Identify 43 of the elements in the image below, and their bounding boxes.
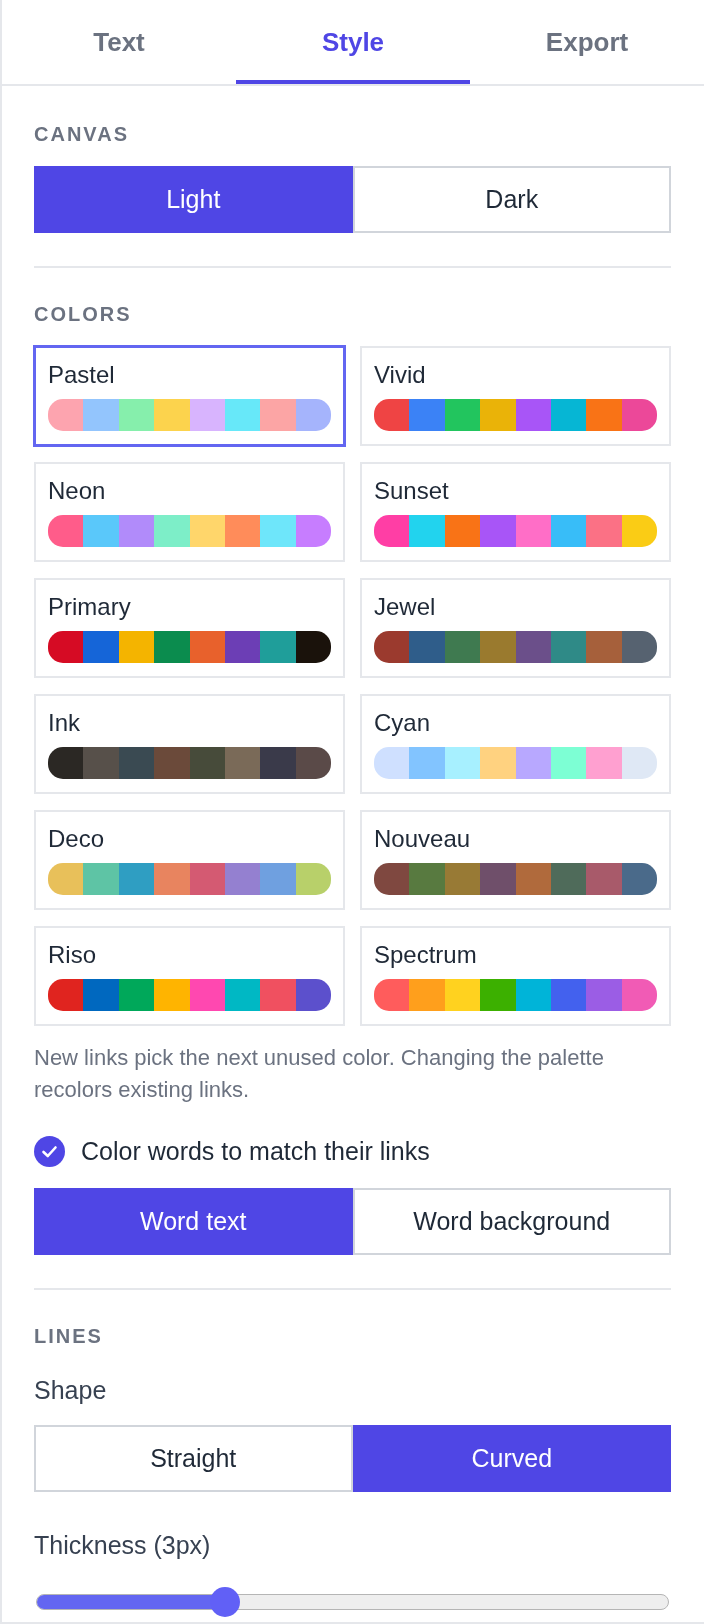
shape-option-button[interactable]: Curved (352, 1425, 671, 1492)
tab[interactable]: Style (236, 0, 470, 84)
section-heading: LINES (34, 1324, 103, 1348)
tab[interactable]: Export (470, 0, 704, 84)
palette-name: Riso (48, 940, 96, 970)
slider-thumb[interactable] (210, 1587, 240, 1617)
field-label: Thickness (3px) (34, 1530, 211, 1560)
tab[interactable]: Text (2, 0, 236, 84)
palette-name: Jewel (374, 592, 436, 622)
field-label: Shape (34, 1375, 107, 1405)
palette-card[interactable]: Pastel (34, 346, 345, 446)
palette-card[interactable]: Spectrum (360, 926, 671, 1026)
palette-name: Pastel (48, 360, 115, 390)
canvas-option-button[interactable]: Dark (352, 166, 671, 233)
palette-name: Deco (48, 824, 105, 854)
palette-card[interactable]: Neon (34, 462, 345, 562)
palette-name: Nouveau (374, 824, 471, 854)
checkbox[interactable] (34, 1136, 65, 1167)
palette-card[interactable]: Jewel (360, 578, 671, 678)
palette-name: Primary (48, 592, 131, 622)
word-mode-button[interactable]: Word text (34, 1188, 353, 1255)
shape-option-button[interactable]: Straight (34, 1425, 353, 1492)
palette-card[interactable]: Riso (34, 926, 345, 1026)
palette-card[interactable]: Sunset (360, 462, 671, 562)
palette-name: Cyan (374, 708, 431, 738)
palette-name: Neon (48, 476, 106, 506)
hint-text: New links pick the next unused color. Changing the palette recolors existing links. (34, 1044, 605, 1104)
palette-name: Ink (48, 708, 80, 738)
palette-card[interactable]: Vivid (360, 346, 671, 446)
palette-name: Vivid (374, 360, 426, 390)
palette-card[interactable]: Deco (34, 810, 345, 910)
canvas-option-button[interactable]: Light (34, 166, 353, 233)
section-heading: CANVAS (34, 122, 129, 146)
palette-card[interactable]: Nouveau (360, 810, 671, 910)
palette-card[interactable]: Primary (34, 578, 345, 678)
palette-card[interactable]: Ink (34, 694, 345, 794)
palette-card[interactable]: Cyan (360, 694, 671, 794)
palette-name: Sunset (374, 476, 449, 506)
palette-name: Spectrum (374, 940, 477, 970)
word-mode-button[interactable]: Word background (352, 1188, 671, 1255)
section-heading: COLORS (34, 302, 132, 326)
slider-track[interactable] (36, 1594, 669, 1610)
checkbox-label: Color words to match their links (81, 1136, 430, 1167)
